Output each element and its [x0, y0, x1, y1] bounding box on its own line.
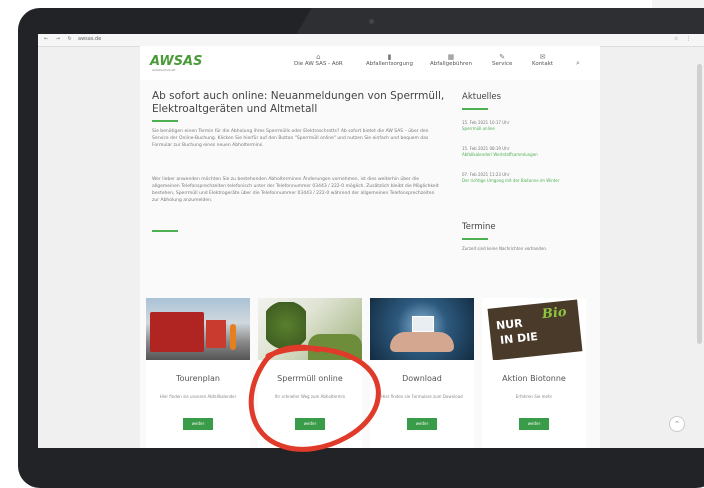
card-button[interactable]: weiter: [295, 418, 325, 430]
campaign-text-bio: Bio: [541, 304, 568, 323]
card-description: Erfahren Sie mehr: [515, 394, 553, 399]
site-logo[interactable]: AWSAS: [150, 54, 202, 69]
biotonne-campaign-image: NUR IN DIE Bio: [482, 298, 586, 360]
card-title: Sperrmüll online: [277, 374, 343, 383]
card-button[interactable]: weiter: [519, 418, 549, 430]
card-button[interactable]: weiter: [407, 418, 437, 430]
menu-item-die-aw-sas[interactable]: ⌂ Die AW SAS - AöR: [294, 53, 343, 67]
headline-divider: [152, 120, 178, 122]
card-title: Aktion Biotonne: [502, 374, 566, 383]
hand-device-image: [370, 298, 474, 360]
device-shape: [412, 316, 434, 332]
menu-item-abfallgebuehren[interactable]: ▦ Abfallgebühren: [430, 53, 472, 67]
calendar-icon: ▦: [447, 53, 455, 61]
menu-label: Service: [492, 61, 513, 67]
site-logo-subtitle: Abfallwirtschaft: [152, 68, 176, 72]
article-divider: [152, 230, 178, 232]
worker-shape: [230, 324, 236, 350]
card-download[interactable]: Download Hier finden sie Formulare zum D…: [370, 298, 474, 448]
termine-divider: [462, 238, 488, 240]
service-cards: Tourenplan Hier finden sie unseren Abfal…: [146, 298, 598, 448]
browser-screen: ← → ↻ awsas.de ☆ ⋮ AWSAS Abfallwirtschaf…: [38, 34, 704, 448]
site-header: AWSAS Abfallwirtschaft ⌂ Die AW SAS - Aö…: [140, 46, 600, 80]
article-paragraph-2: Wer lieber anwenden möchten Sie zu beste…: [152, 177, 439, 203]
card-title: Tourenplan: [176, 374, 220, 383]
browser-nav-icons[interactable]: ← → ↻: [44, 36, 75, 42]
campaign-text-line1: NUR: [495, 316, 524, 333]
menu-item-service[interactable]: ✎ Service: [492, 53, 512, 67]
termine-heading: Termine: [462, 222, 496, 232]
truck-cab-shape: [206, 320, 226, 348]
card-description: Ihr schneller Weg zum Abholtermin: [274, 394, 346, 399]
aktuelles-heading: Aktuelles: [462, 92, 502, 102]
web-page: AWSAS Abfallwirtschaft ⌂ Die AW SAS - Aö…: [140, 46, 600, 448]
card-button[interactable]: weiter: [183, 418, 213, 430]
menu-label: Kontakt: [532, 61, 554, 67]
garden-waste-image: [258, 298, 362, 360]
hand-shape: [390, 332, 454, 352]
article-paragraph-1: Sie benötigen einen Termin für die Abhol…: [152, 129, 429, 148]
truck-shape: [150, 312, 204, 352]
aktuelles-divider: [462, 108, 488, 110]
mail-icon: ✉: [539, 53, 546, 61]
camera-icon: [369, 19, 374, 24]
page-scrollbar[interactable]: [697, 64, 702, 344]
card-description: Hier finden sie Formulare zum Download: [381, 394, 463, 399]
news-item[interactable]: 15. Feb 2021 10:17 Uhr Sperrmüll online: [462, 120, 582, 132]
news-link[interactable]: Der richtige Umgang mit der Biotonne im …: [462, 178, 582, 184]
tree-shape: [266, 302, 306, 360]
laptop-frame: ← → ↻ awsas.de ☆ ⋮ AWSAS Abfallwirtschaf…: [0, 0, 704, 488]
card-tourenplan[interactable]: Tourenplan Hier finden sie unseren Abfal…: [146, 298, 250, 448]
news-link[interactable]: Sperrmüll online: [462, 126, 582, 132]
article-headline: Ab sofort auch online: Neuanmeldungen vo…: [152, 90, 445, 115]
card-description: Hier finden sie unseren Abfallkalender: [159, 394, 237, 399]
news-item[interactable]: 15. Feb 2021 08:19 Uhr Abfallkalender/ W…: [462, 146, 582, 158]
wrench-icon: ✎: [499, 53, 506, 61]
home-icon: ⌂: [316, 53, 321, 61]
news-link[interactable]: Abfallkalender/ Wertstoffsammlungen: [462, 152, 582, 158]
bush-shape: [308, 334, 362, 360]
news-item[interactable]: 07. Feb 2021 11:23 Uhr Der richtige Umga…: [462, 172, 582, 184]
browser-menu-icons[interactable]: ☆ ⋮: [674, 36, 694, 42]
scroll-to-top-icon[interactable]: ⌃: [669, 416, 685, 432]
menu-item-abfallentsorgung[interactable]: ▮ Abfallentsorgung: [366, 53, 413, 67]
garbage-truck-image: [146, 298, 250, 360]
address-bar[interactable]: awsas.de: [78, 36, 101, 42]
card-aktion-biotonne[interactable]: NUR IN DIE Bio Aktion Biotonne Erfahren …: [482, 298, 586, 448]
menu-label: Abfallgebühren: [430, 61, 472, 67]
card-title: Download: [402, 374, 442, 383]
termine-empty-text: Zurzeit sind keine Nachrichten vorhanden…: [462, 246, 548, 251]
card-sperrmuell-online[interactable]: Sperrmüll online Ihr schneller Weg zum A…: [258, 298, 362, 448]
trash-icon: ▮: [387, 53, 392, 61]
menu-label: Abfallentsorgung: [366, 61, 413, 67]
menu-item-kontakt[interactable]: ✉ Kontakt: [532, 53, 553, 67]
menu-label: Die AW SAS - AöR: [294, 61, 343, 67]
search-icon[interactable]: ⌕: [576, 59, 580, 68]
